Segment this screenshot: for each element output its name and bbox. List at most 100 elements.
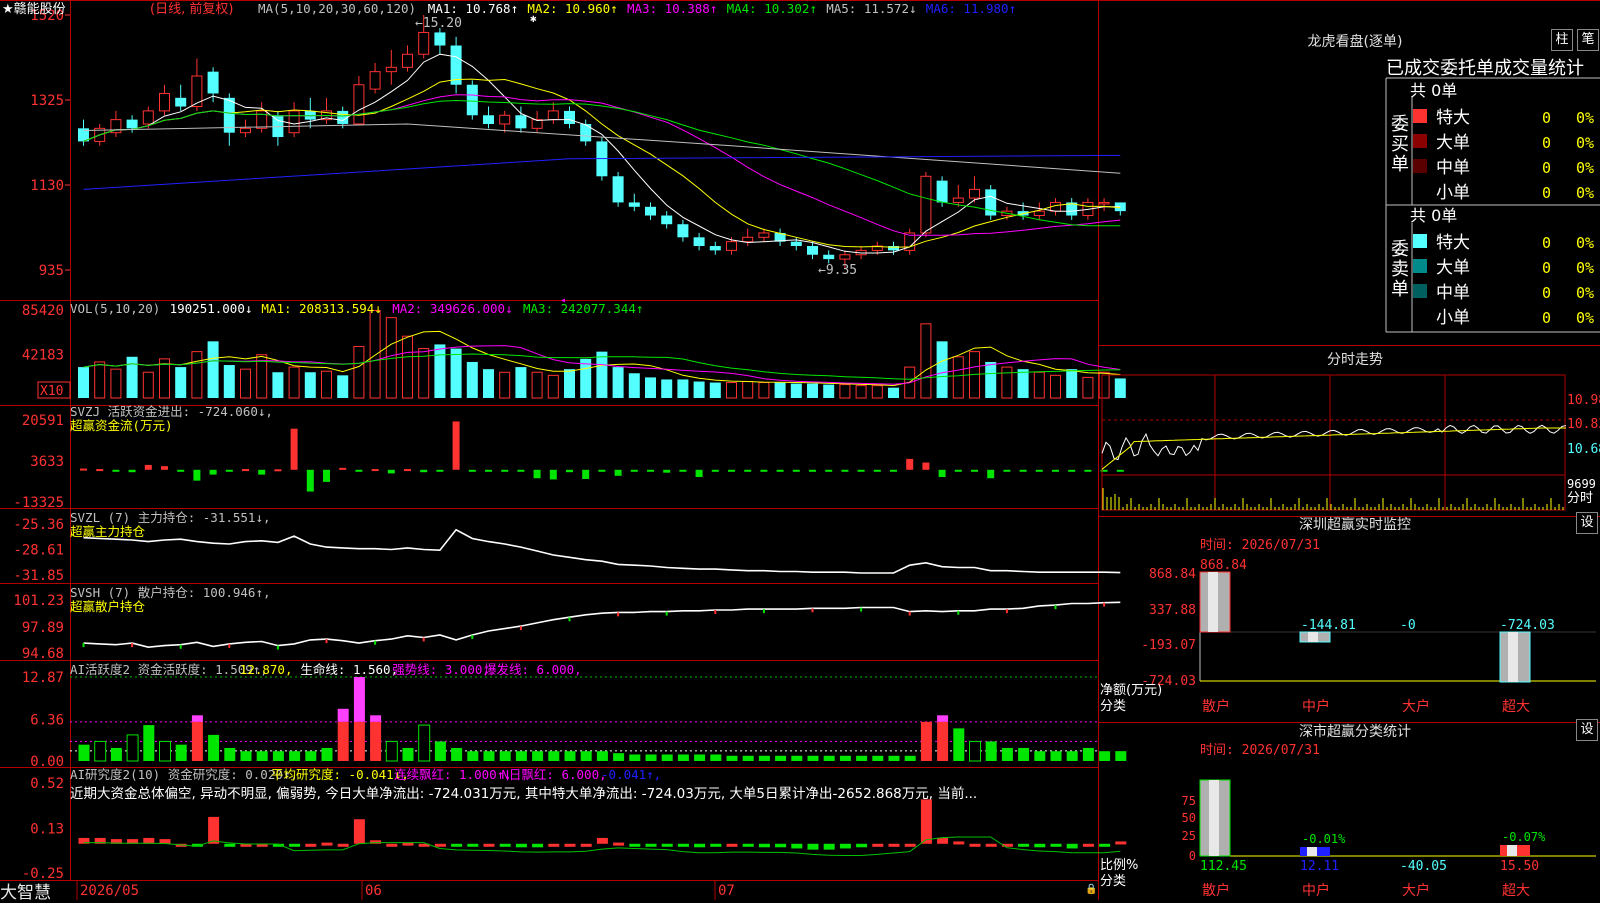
ai-active-bar [791,755,803,761]
ai-active-bar-red [937,721,949,761]
svzj-bar [161,466,168,470]
buy-row-val-0: 0 [1542,109,1551,127]
ai-research-bar [807,843,819,850]
ai-active-bar-hollow [126,734,139,762]
ai-active-bar [451,747,463,761]
svzj-bar [873,469,881,472]
ai-active-bar [240,751,252,761]
buy-swatch-0 [1413,109,1427,123]
ai-active-tick-0: 12.87 [22,670,64,686]
intraday-tick-2: 10.68 [1567,442,1600,457]
vol-bar-down [612,367,624,398]
ai-research-bar [224,843,236,847]
ai-research-legend-1: 平均研究度: -0.041↓, [271,767,409,782]
vol-bar-down [564,369,575,398]
stat-pct-3: -0.07% [1502,830,1546,844]
vol-bar-up [142,371,154,399]
vol-bar-down [207,341,219,398]
svsh-subtitle: 超赢散户持仓 [70,599,146,614]
ai-active-bar [580,751,592,761]
svzj-bar [614,469,622,476]
svzj-bar [549,469,557,480]
svzl-subtitle: 超赢主力持仓 [70,524,146,539]
svzj-bar [679,469,687,472]
ai-research-bar [775,843,787,848]
sell-row-name-1: 大单 [1436,258,1470,278]
sell-swatch-3 [1413,309,1427,323]
monitor-cat-0: 散户 [1202,698,1230,715]
intraday-x-label: 分时 [1567,491,1593,506]
vol-bar-up [1098,371,1110,399]
candle-body-up [418,31,430,55]
ai-active-bar-hollow [418,724,431,762]
buy-row-name-2: 中单 [1436,158,1470,178]
ma-legend-5: MA5: 11.572↓ [826,1,916,16]
vol-bar-up [839,384,851,399]
candle-body-up [969,188,980,199]
ai-active-bar [515,751,527,761]
svzj-bar [96,469,104,472]
ai-research-bar [629,843,641,847]
vol-bar-down [1017,369,1029,398]
ai-active-bar [856,755,868,761]
ai-research-bar [1099,843,1111,847]
ai-research-bar [548,843,560,847]
svzl-tick-0: -25.36 [13,517,64,533]
ai-active-bar [305,751,317,761]
vol-bar-up [321,370,332,399]
ma-legend-1: MA1: 10.768↑ [428,1,518,16]
stat-bar-shine-3 [1507,845,1517,856]
monitor-val-3: -724.03 [1500,618,1555,633]
bar-mode-button[interactable]: 柱 [1551,29,1573,51]
svzj-bar [728,469,735,472]
ai-research-bar [791,843,803,849]
ai-active-bar [1050,751,1062,761]
sell-row-val-3: 0 [1542,309,1551,327]
vol-bar-down [434,344,446,398]
ai-research-bar [953,841,965,845]
pen-mode-button[interactable]: 笔 [1577,29,1599,51]
ai-active-legend-2: 生命线: 1.560, [300,662,398,677]
sell-swatch-0 [1413,234,1427,248]
sell-row-pct-0: 0% [1576,234,1594,252]
svzj-bar [744,469,752,472]
candle-body-down [515,115,527,129]
vol-unit: X10 [40,384,63,399]
ma-legend-3: MA3: 10.388↑ [627,1,717,16]
ai-active-bar [289,751,301,761]
vol-bar-up [402,335,413,399]
vol-bar-down [985,361,997,398]
lock-icon: 🔒 [1085,883,1097,895]
ai-active-bar [661,754,673,761]
vol-bar-down [645,377,656,398]
candle-body-down [677,224,689,238]
ai-research-bar [823,843,835,850]
ai-active-bar [224,747,236,761]
vol-bar-up [1050,374,1061,399]
svzj-bar [485,469,492,472]
monitor-settings-button[interactable]: 设 [1576,512,1598,534]
chart-canvas[interactable]: 152013251130935★赣能股份 (日线, 前复权) MA(5,10,20,… [0,0,1600,900]
ai-active-bar [726,755,738,761]
ai-active-bar [548,751,560,761]
candle-body-up [385,66,397,73]
ai-research-bar [888,843,900,847]
vol-bar-up [952,356,964,399]
stat-settings-button[interactable]: 设 [1576,719,1598,741]
stat-xlabel: 分类 [1100,874,1126,889]
ai-active-legend-0: AI活跃度2 资金活跃度: 1.509↑, [70,662,268,677]
candle-body-up [742,236,754,243]
vol-bar-up [742,381,754,399]
candle-body-down [790,241,802,247]
candle-body-down [126,119,138,129]
sell-label-2: 单 [1391,279,1409,300]
ai-research-bar [904,843,916,847]
monitor-val-1: -144.81 [1301,618,1356,633]
ai-active-bar-hollow [159,740,171,762]
ai-active-bar-red [920,721,932,761]
ai-active-bar [613,753,625,761]
ai-research-bar [985,843,997,847]
ai-active-bar [1034,751,1046,761]
buy-row-pct-2: 0% [1576,159,1594,177]
ai-research-comment: 近期大资金总体偏空, 异动不明显, 偏弱势, 今日大单净流出: -724.031… [70,785,977,802]
